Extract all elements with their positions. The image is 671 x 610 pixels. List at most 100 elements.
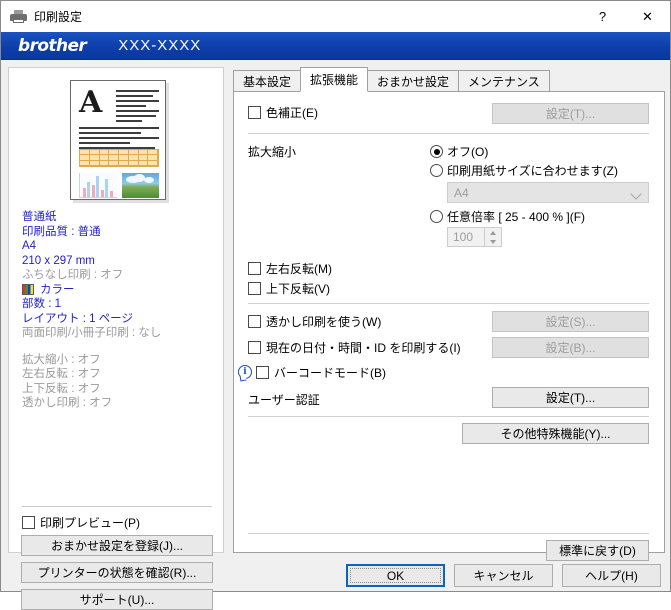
chevron-up-icon[interactable] (490, 230, 496, 235)
print-preview-thumbnail: A (70, 80, 166, 200)
print-preview-label: 印刷プレビュー(P) (40, 516, 140, 530)
radio-button[interactable] (430, 145, 443, 158)
header-footer-label: 現在の日付・時間・ID を印刷する(I) (266, 341, 461, 355)
help-button[interactable]: ヘルプ(H) (562, 564, 661, 587)
scaling-label-text: 拡大縮小 (248, 145, 297, 159)
summary-media-type: 普通紙 (22, 211, 57, 223)
preview-panel: A 普通紙 印刷品質: 普通 A4 210 x 297 mm ふちなし印刷:… (8, 67, 224, 610)
settings-summary: 普通紙 印刷品質 : 普通 A4 210 x 297 mm ふちなし印刷 : オ… (22, 210, 218, 411)
close-icon[interactable]: ✕ (625, 1, 670, 32)
scaling-option-off-label: オフ(O) (447, 145, 489, 159)
checkbox-box[interactable] (248, 262, 261, 275)
advanced-tab-panel: 色補正(E) 設定(T)... 拡大縮小 オフ(O) 印刷用紙サイズに合わせます… (233, 91, 665, 561)
color-correction-settings-button[interactable]: 設定(T)... (492, 103, 649, 124)
tab-basic[interactable]: 基本設定 (233, 70, 302, 92)
preview-bar-chart (79, 173, 117, 198)
preview-table (79, 149, 159, 167)
scale-percent-stepper[interactable]: 100 (447, 227, 502, 247)
ok-button[interactable]: OK (346, 564, 445, 587)
summary-color-label: カラー (40, 283, 75, 296)
divider-3 (248, 416, 649, 417)
help-title-button[interactable]: ? (580, 1, 625, 32)
cancel-button[interactable]: キャンセル (454, 564, 553, 587)
brand-banner: brother XXX-XXXX (1, 32, 670, 60)
checkbox-box[interactable] (248, 315, 261, 328)
watermark-label: 透かし印刷を使う(W) (266, 315, 382, 329)
color-swatch-icon (22, 284, 34, 296)
header-footer-settings-button[interactable]: 設定(B)... (492, 337, 649, 358)
preview-letter-a: A (79, 85, 103, 120)
scaling-option-off[interactable]: オフ(O) (430, 143, 488, 160)
paper-size-value: A4 (454, 185, 469, 200)
summary-color-mode: カラー (22, 283, 218, 298)
mirror-print-label: 左右反転(M) (266, 262, 332, 276)
watermark-checkbox[interactable]: 透かし印刷を使う(W) (248, 313, 381, 330)
summary-watermark: 透かし印刷 : オフ (22, 397, 113, 409)
watermark-settings-button[interactable]: 設定(S)... (492, 311, 649, 332)
radio-button[interactable] (430, 210, 443, 223)
reverse-print-checkbox[interactable]: 上下反転(V) (248, 280, 330, 297)
focus-outline (350, 568, 441, 583)
barcode-mode-label: バーコードモード(B) (274, 366, 386, 380)
mirror-print-checkbox[interactable]: 左右反転(M) (248, 260, 332, 277)
chevron-down-icon (630, 188, 642, 200)
paper-size-select[interactable]: A4 (447, 182, 649, 203)
user-auth-settings-button[interactable]: 設定(T)... (492, 387, 649, 408)
summary-borderless: ふちなし印刷 : オフ (22, 269, 124, 281)
tab-advanced[interactable]: 拡張機能 (300, 67, 369, 92)
tab-bar: 基本設定 拡張機能 おまかせ設定 メンテナンス (233, 67, 550, 92)
window-title: 印刷設定 (34, 10, 83, 24)
printer-status-button[interactable]: プリンターの状態を確認(R)... (21, 562, 213, 583)
checkbox-box[interactable] (248, 341, 261, 354)
radio-button[interactable] (430, 164, 443, 177)
summary-mirror: 左右反転 : オフ (22, 368, 101, 380)
checkbox-box[interactable] (248, 106, 261, 119)
print-preview-checkbox[interactable]: 印刷プレビュー(P) (22, 514, 140, 531)
title-bar-buttons: ? ✕ (580, 1, 670, 32)
scaling-option-custom-label: 任意倍率 [ 25 - 400 % ](F) (447, 210, 586, 224)
color-correction-checkbox[interactable]: 色補正(E) (248, 104, 318, 121)
chevron-down-icon[interactable] (490, 239, 496, 244)
info-icon: i (238, 365, 253, 382)
scaling-option-fit[interactable]: 印刷用紙サイズに合わせます(Z) (430, 162, 618, 179)
preview-text-block-right (116, 90, 159, 125)
header-footer-checkbox[interactable]: 現在の日付・時間・ID を印刷する(I) (248, 339, 461, 356)
print-settings-dialog: 印刷設定 ? ✕ brother XXX-XXXX A 普通紙 印刷品質: 普… (0, 0, 671, 610)
summary-reverse: 上下反転 : オフ (22, 382, 101, 395)
summary-scaling: 拡大縮小 : オフ (22, 353, 101, 366)
summary-paper-size: A4 (22, 240, 37, 252)
summary-print-quality: 印刷品質 : 普通 (22, 225, 101, 238)
checkbox-box[interactable] (256, 366, 269, 379)
restore-defaults-button[interactable]: 標準に戻す(D) (546, 540, 649, 561)
checkbox-box[interactable] (22, 516, 35, 529)
printer-model: XXX-XXXX (118, 37, 202, 54)
barcode-mode-checkbox[interactable]: i バーコードモード(B) (238, 364, 386, 382)
support-button[interactable]: サポート(U)... (21, 589, 213, 610)
preview-photo (122, 173, 159, 198)
scale-percent-value: 100 (453, 230, 474, 244)
title-bar: 印刷設定 ? ✕ (1, 1, 670, 32)
summary-layout: レイアウト : 1 ページ (22, 312, 133, 325)
brother-logo: brother (18, 35, 87, 56)
scaling-group-label: 拡大縮小 (248, 143, 296, 160)
other-special-features-button[interactable]: その他特殊機能(Y)... (462, 423, 649, 444)
user-auth-label-text: ユーザー認証 (248, 393, 320, 407)
color-correction-label: 色補正(E) (266, 106, 318, 120)
printer-icon (10, 9, 27, 24)
left-panel-divider (22, 506, 212, 507)
checkbox-box[interactable] (248, 282, 261, 295)
scaling-option-fit-label: 印刷用紙サイズに合わせます(Z) (447, 164, 618, 178)
reverse-print-label: 上下反転(V) (266, 282, 330, 296)
stepper-buttons[interactable] (484, 228, 501, 246)
summary-duplex: 両面印刷/小冊子印刷 : なし (22, 327, 162, 339)
summary-copies: 部数 : 1 (22, 298, 61, 310)
tab-maintenance[interactable]: メンテナンス (458, 70, 550, 92)
tab-presets[interactable]: おまかせ設定 (367, 70, 460, 92)
summary-paper-dimensions: 210 x 297 mm (22, 254, 95, 267)
divider-4 (248, 533, 649, 534)
register-preset-button[interactable]: おまかせ設定を登録(J)... (21, 535, 213, 556)
scaling-option-custom[interactable]: 任意倍率 [ 25 - 400 % ](F) (430, 208, 585, 225)
divider-2 (248, 303, 649, 304)
user-auth-label: ユーザー認証 (248, 391, 320, 408)
divider-1 (248, 133, 649, 134)
